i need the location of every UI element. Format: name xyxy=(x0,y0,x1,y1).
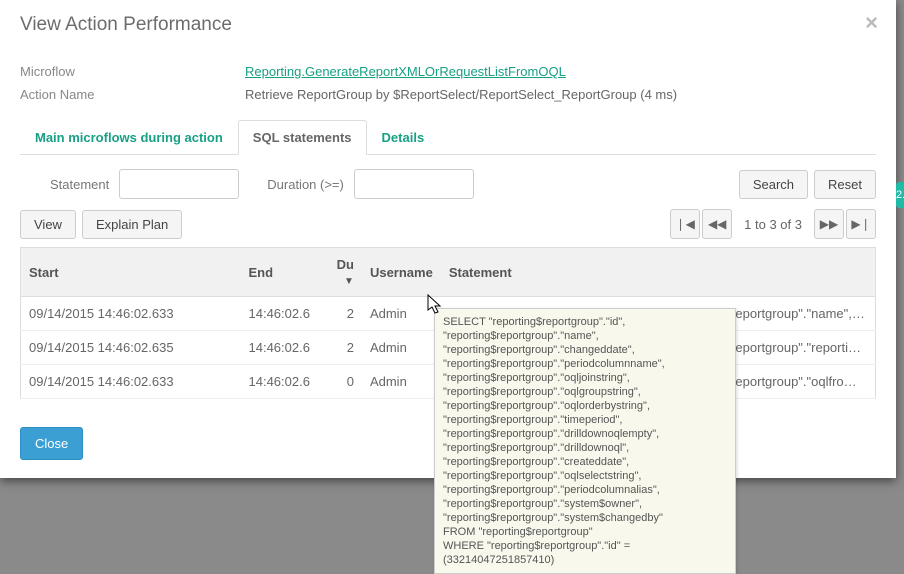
filter-row: Statement Duration (>=) Search Reset xyxy=(20,155,876,209)
action-name-row: Action Name Retrieve ReportGroup by $Rep… xyxy=(20,87,876,102)
microflow-row: Microflow Reporting.GenerateReportXMLOrR… xyxy=(20,64,876,79)
modal-title: View Action Performance xyxy=(20,14,876,36)
cell-start: 09/14/2015 14:46:02.635 xyxy=(21,331,241,365)
pager-prev-icon[interactable]: ◀◀ xyxy=(702,209,732,239)
col-header-duration[interactable]: Du ▼ xyxy=(318,248,362,297)
reset-button[interactable]: Reset xyxy=(814,170,876,199)
view-button[interactable]: View xyxy=(20,210,76,239)
statement-tooltip: SELECT "reporting$reportgroup"."id", "re… xyxy=(434,308,736,574)
tab-sql-statements[interactable]: SQL statements xyxy=(238,120,367,155)
duration-filter-input[interactable] xyxy=(354,169,474,199)
tab-details[interactable]: Details xyxy=(367,120,440,155)
cell-user: Admin xyxy=(362,297,441,331)
microflow-label: Microflow xyxy=(20,64,245,79)
side-tab-fragment[interactable]: 2.0 xyxy=(896,182,904,208)
cell-user: Admin xyxy=(362,331,441,365)
action-name-label: Action Name xyxy=(20,87,245,102)
close-button[interactable]: Close xyxy=(20,427,83,460)
cell-end: 14:46:02.6 xyxy=(241,297,318,331)
col-header-statement[interactable]: Statement xyxy=(441,248,876,297)
cell-end: 14:46:02.6 xyxy=(241,331,318,365)
tabs: Main microflows during action SQL statem… xyxy=(20,120,876,155)
pager-last-icon[interactable]: ▶❘ xyxy=(846,209,876,239)
duration-filter-label: Duration (>=) xyxy=(267,177,344,192)
col-header-start[interactable]: Start xyxy=(21,248,241,297)
cell-start: 09/14/2015 14:46:02.633 xyxy=(21,365,241,399)
cell-duration: 0 xyxy=(318,365,362,399)
col-header-end[interactable]: End xyxy=(241,248,318,297)
pager-first-icon[interactable]: ❘◀ xyxy=(670,209,700,239)
cell-duration: 2 xyxy=(318,331,362,365)
pager-text: 1 to 3 of 3 xyxy=(744,217,802,232)
cell-start: 09/14/2015 14:46:02.633 xyxy=(21,297,241,331)
tab-main-microflows[interactable]: Main microflows during action xyxy=(20,120,238,155)
statement-filter-input[interactable] xyxy=(119,169,239,199)
cell-user: Admin xyxy=(362,365,441,399)
search-button[interactable]: Search xyxy=(739,170,808,199)
pager: ❘◀ ◀◀ 1 to 3 of 3 ▶▶ ▶❘ xyxy=(670,209,876,239)
microflow-link[interactable]: Reporting.GenerateReportXMLOrRequestList… xyxy=(245,64,566,79)
cell-end: 14:46:02.6 xyxy=(241,365,318,399)
statement-filter-label: Statement xyxy=(50,177,109,192)
pager-next-icon[interactable]: ▶▶ xyxy=(814,209,844,239)
action-name-value: Retrieve ReportGroup by $ReportSelect/Re… xyxy=(245,87,677,102)
cell-duration: 2 xyxy=(318,297,362,331)
sort-desc-icon: ▼ xyxy=(344,276,354,287)
close-icon[interactable]: × xyxy=(865,10,878,36)
explain-plan-button[interactable]: Explain Plan xyxy=(82,210,182,239)
toolbar-row: View Explain Plan ❘◀ ◀◀ 1 to 3 of 3 ▶▶ ▶… xyxy=(20,209,876,239)
col-header-username[interactable]: Username xyxy=(362,248,441,297)
